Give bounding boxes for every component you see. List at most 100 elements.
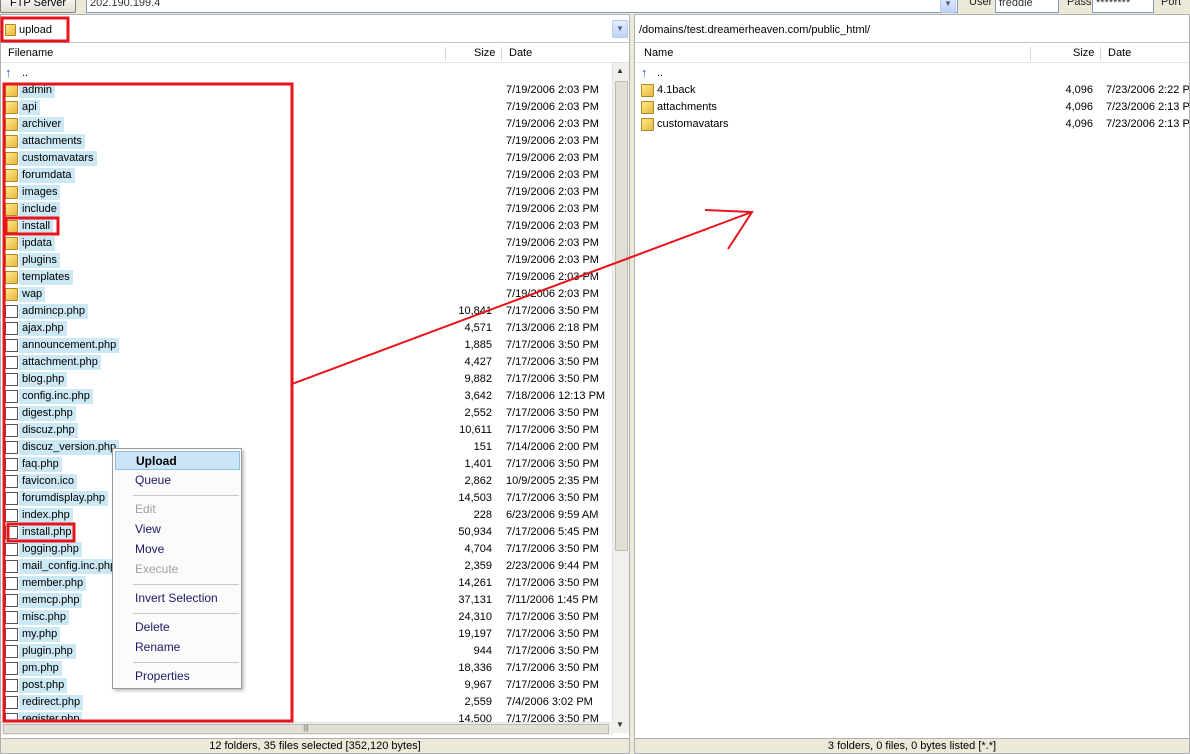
connection-toolbar: FTP Server 202.190.199.4 ▼ User freddie … <box>0 0 1190 14</box>
local-path-combo[interactable]: upload <box>3 19 52 41</box>
file-row[interactable]: ajax.php 4,571 7/13/2006 2:18 PM <box>1 320 629 337</box>
local-path-dropdown-icon[interactable]: ▼ <box>612 20 628 38</box>
folder-row[interactable]: admin 7/19/2006 2:03 PM <box>1 82 629 99</box>
file-row[interactable]: install.php 50,934 7/17/2006 5:45 PM <box>1 524 629 541</box>
folder-row[interactable]: ipdata 7/19/2006 2:03 PM <box>1 235 629 252</box>
item-name: archiver <box>19 117 65 132</box>
file-row[interactable]: redirect.php 2,559 7/4/2006 3:02 PM <box>1 694 629 711</box>
item-name: ipdata <box>19 236 55 251</box>
item-date: 7/19/2006 2:03 PM <box>506 254 599 266</box>
parent-dir-row[interactable]: ↑ .. <box>635 65 1189 82</box>
col-filename[interactable]: Filename <box>8 47 53 59</box>
col-size[interactable]: Size <box>474 47 495 59</box>
folder-row[interactable]: forumdata 7/19/2006 2:03 PM <box>1 167 629 184</box>
menu-item-move[interactable]: Move <box>115 540 240 559</box>
file-row[interactable]: logging.php 4,704 7/17/2006 3:50 PM <box>1 541 629 558</box>
item-date: 7/19/2006 2:03 PM <box>506 186 599 198</box>
scroll-down-icon[interactable]: ▼ <box>616 720 624 729</box>
col-date[interactable]: Date <box>509 47 532 59</box>
file-row[interactable]: memcp.php 37,131 7/11/2006 1:45 PM <box>1 592 629 609</box>
file-icon <box>5 424 18 437</box>
menu-item-view[interactable]: View <box>115 520 240 539</box>
folder-row[interactable]: archiver 7/19/2006 2:03 PM <box>1 116 629 133</box>
item-name: include <box>19 202 60 217</box>
folder-row[interactable]: 4.1back 4,096 7/23/2006 2:22 PM <box>635 82 1189 99</box>
remote-path-combo[interactable]: /domains/test.dreamerheaven.com/public_h… <box>637 19 870 41</box>
file-row[interactable]: plugin.php 944 7/17/2006 3:50 PM <box>1 643 629 660</box>
file-row[interactable]: blog.php 9,882 7/17/2006 3:50 PM <box>1 371 629 388</box>
scroll-thumb[interactable] <box>615 81 628 551</box>
pass-input[interactable]: ******** <box>1092 0 1154 13</box>
column-divider[interactable] <box>501 47 502 61</box>
item-size: 228 <box>473 509 492 521</box>
folder-row[interactable]: install 7/19/2006 2:03 PM <box>1 218 629 235</box>
folder-row[interactable]: images 7/19/2006 2:03 PM <box>1 184 629 201</box>
file-row[interactable]: digest.php 2,552 7/17/2006 3:50 PM <box>1 405 629 422</box>
folder-row[interactable]: plugins 7/19/2006 2:03 PM <box>1 252 629 269</box>
menu-item-delete[interactable]: Delete <box>115 618 240 637</box>
file-row[interactable]: discuz.php 10,611 7/17/2006 3:50 PM <box>1 422 629 439</box>
column-divider[interactable] <box>1100 47 1101 61</box>
parent-dir-row[interactable]: ↑ .. <box>1 65 629 82</box>
folder-row[interactable]: customavatars 7/19/2006 2:03 PM <box>1 150 629 167</box>
local-vertical-scrollbar[interactable]: ▲ ▼ <box>612 63 629 733</box>
folder-row[interactable]: attachments 4,096 7/23/2006 2:13 PM <box>635 99 1189 116</box>
item-name: index.php <box>19 508 73 523</box>
menu-item-invert-selection[interactable]: Invert Selection <box>115 589 240 608</box>
file-row[interactable]: post.php 9,967 7/17/2006 3:50 PM <box>1 677 629 694</box>
menu-item-upload[interactable]: Upload <box>115 451 240 470</box>
menu-item-rename[interactable]: Rename <box>115 638 240 657</box>
item-name: pm.php <box>19 661 62 676</box>
menu-item-properties[interactable]: Properties <box>115 667 240 686</box>
item-name: customavatars <box>19 151 97 166</box>
item-size: 2,552 <box>464 407 492 419</box>
item-size: 4,427 <box>464 356 492 368</box>
folder-row[interactable]: customavatars 4,096 7/23/2006 2:13 PM <box>635 116 1189 133</box>
file-row[interactable]: misc.php 24,310 7/17/2006 3:50 PM <box>1 609 629 626</box>
column-divider[interactable] <box>445 47 446 61</box>
local-path-text: upload <box>19 24 53 36</box>
menu-item-queue[interactable]: Queue <box>115 471 240 490</box>
folder-row[interactable]: attachments 7/19/2006 2:03 PM <box>1 133 629 150</box>
item-name: misc.php <box>19 610 70 625</box>
file-row[interactable]: admincp.php 10,841 7/17/2006 3:50 PM <box>1 303 629 320</box>
file-row[interactable]: announcement.php 1,885 7/17/2006 3:50 PM <box>1 337 629 354</box>
user-input[interactable]: freddie <box>995 0 1059 13</box>
file-row[interactable]: attachment.php 4,427 7/17/2006 3:50 PM <box>1 354 629 371</box>
item-date: 7/23/2006 2:13 PM <box>1106 118 1190 130</box>
file-row[interactable]: discuz_version.php 151 7/14/2006 2:00 PM <box>1 439 629 456</box>
item-name: attachments <box>657 101 717 113</box>
file-row[interactable]: my.php 19,197 7/17/2006 3:50 PM <box>1 626 629 643</box>
file-row[interactable]: index.php 228 6/23/2006 9:59 AM <box>1 507 629 524</box>
folder-row[interactable]: wap 7/19/2006 2:03 PM <box>1 286 629 303</box>
item-date: 7/19/2006 2:03 PM <box>506 288 599 300</box>
item-size: 4,096 <box>1065 118 1093 130</box>
hscroll-thumb[interactable]: ||| <box>3 724 609 734</box>
folder-icon <box>5 220 18 233</box>
local-horizontal-scrollbar[interactable]: ||| <box>1 722 613 735</box>
col-date[interactable]: Date <box>1108 47 1131 59</box>
file-row[interactable]: config.inc.php 3,642 7/18/2006 12:13 PM <box>1 388 629 405</box>
host-dropdown-arrow-icon[interactable]: ▼ <box>940 0 956 13</box>
file-icon <box>5 458 18 471</box>
col-size[interactable]: Size <box>1073 47 1094 59</box>
column-divider[interactable] <box>1030 47 1031 61</box>
remote-status-bar: 3 folders, 0 files, 0 bytes listed [*.*] <box>635 738 1189 753</box>
item-size: 2,862 <box>464 475 492 487</box>
file-row[interactable]: mail_config.inc.php 2,359 2/23/2006 9:44 P… <box>1 558 629 575</box>
ftp-server-button[interactable]: FTP Server <box>0 0 76 13</box>
file-row[interactable]: faq.php 1,401 7/17/2006 3:50 PM <box>1 456 629 473</box>
folder-row[interactable]: api 7/19/2006 2:03 PM <box>1 99 629 116</box>
file-row[interactable]: pm.php 18,336 7/17/2006 3:50 PM <box>1 660 629 677</box>
item-size: 24,310 <box>458 611 492 623</box>
scroll-up-icon[interactable]: ▲ <box>616 66 624 75</box>
item-name: discuz.php <box>19 423 78 438</box>
file-row[interactable]: forumdisplay.php 14,503 7/17/2006 3:50 PM <box>1 490 629 507</box>
file-row[interactable]: member.php 14,261 7/17/2006 3:50 PM <box>1 575 629 592</box>
file-row[interactable]: favicon.ico 2,862 10/9/2005 2:35 PM <box>1 473 629 490</box>
folder-row[interactable]: templates 7/19/2006 2:03 PM <box>1 269 629 286</box>
folder-row[interactable]: include 7/19/2006 2:03 PM <box>1 201 629 218</box>
col-name[interactable]: Name <box>644 47 673 59</box>
host-input[interactable]: 202.190.199.4 <box>86 0 958 13</box>
item-date: 7/18/2006 12:13 PM <box>506 390 606 402</box>
